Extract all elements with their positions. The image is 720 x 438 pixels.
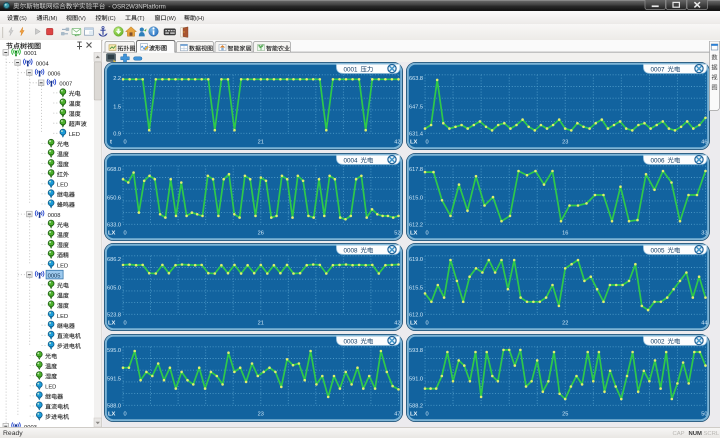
svg-text:SCRL: SCRL [704, 431, 720, 437]
svg-text:NUM: NUM [689, 431, 703, 437]
svg-text:Ready: Ready [3, 430, 23, 437]
svg-text:CAP: CAP [673, 431, 685, 437]
